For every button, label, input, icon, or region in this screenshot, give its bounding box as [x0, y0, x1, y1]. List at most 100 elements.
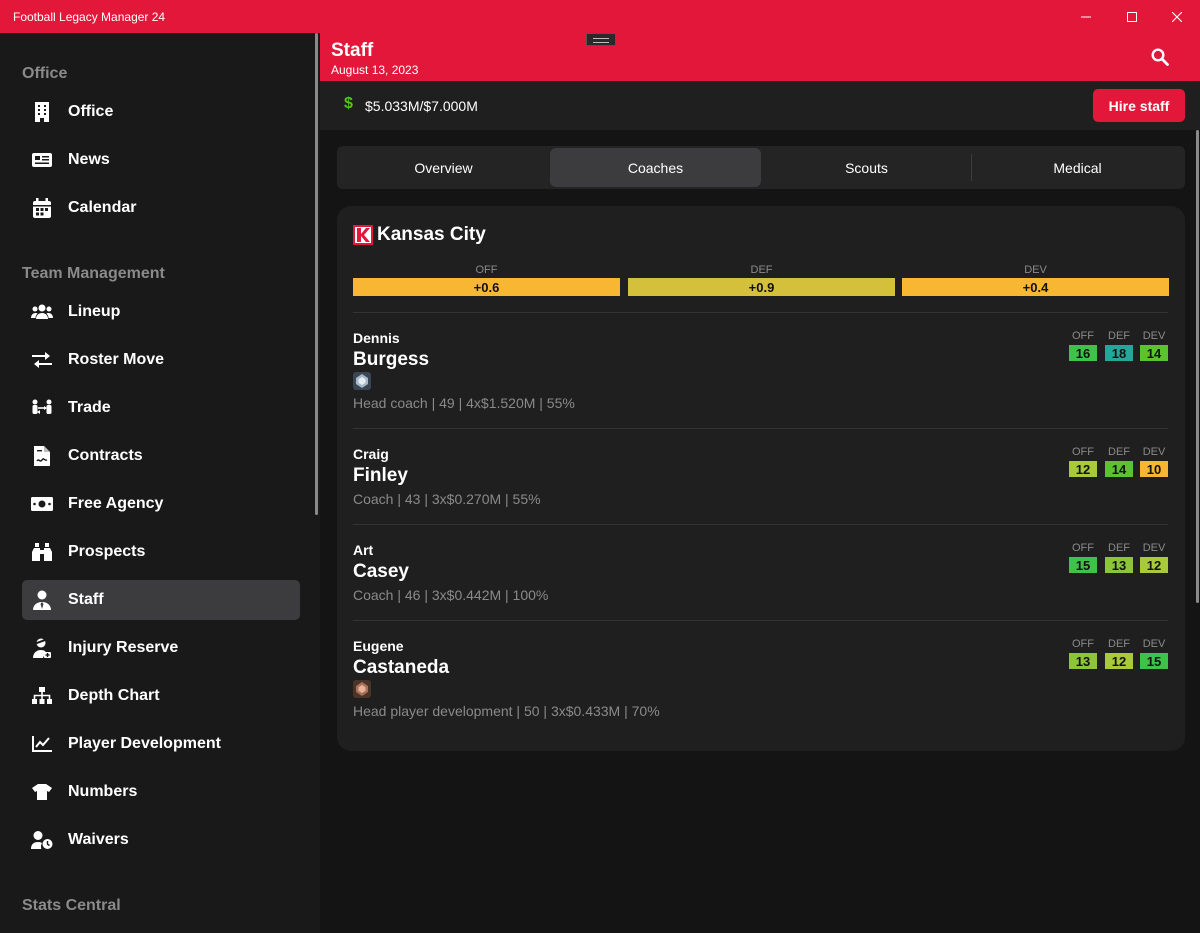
- stat-label-dev: DEV: [1142, 330, 1166, 342]
- app-title: Football Legacy Manager 24: [13, 10, 166, 24]
- hire-staff-button[interactable]: Hire staff: [1093, 89, 1185, 122]
- stat-off: 12: [1069, 461, 1097, 477]
- sidebar-item-label: Office: [68, 103, 114, 120]
- sidebar-item-label: News: [68, 151, 110, 168]
- sidebar-item-roster-move[interactable]: Roster Move: [22, 340, 300, 380]
- stat-def: 13: [1105, 557, 1133, 573]
- coach-meta: Coach | 43 | 3x$0.270M | 55%: [353, 491, 541, 507]
- rating-bar-dev: +0.4: [902, 278, 1169, 296]
- sidebar-item-news[interactable]: News: [22, 140, 300, 180]
- sidebar-item-label: Staff: [68, 591, 104, 608]
- stat-label-dev: DEV: [1142, 542, 1166, 554]
- sidebar-item-office[interactable]: Office: [22, 92, 300, 132]
- divider: [353, 312, 1168, 313]
- sidebar-item-label: Waivers: [68, 831, 129, 848]
- tab-overview[interactable]: Overview: [338, 148, 549, 187]
- silver-badge-icon: [353, 372, 371, 395]
- sidebar-item-prospects[interactable]: Prospects: [22, 532, 300, 572]
- minimize-icon: [1081, 16, 1091, 17]
- tab-scouts[interactable]: Scouts: [761, 148, 972, 187]
- sidebar-item-label: Calendar: [68, 199, 137, 216]
- sidebar: Office Office News Calendar Team Managem…: [0, 33, 320, 933]
- coach-last-name[interactable]: Castaneda: [353, 657, 449, 679]
- coach-last-name[interactable]: Finley: [353, 465, 408, 487]
- stat-label-def: DEF: [1108, 330, 1130, 342]
- stat-label-off: OFF: [1072, 446, 1094, 458]
- coach-first-name[interactable]: Craig: [353, 446, 389, 462]
- coach-meta: Coach | 46 | 3x$0.442M | 100%: [353, 587, 549, 603]
- stat-label-def: DEF: [1108, 638, 1130, 650]
- sidebar-item-label: Trade: [68, 399, 111, 416]
- binoculars-icon: [31, 541, 53, 563]
- stat-label-off: OFF: [1072, 542, 1094, 554]
- sidebar-item-label: Roster Move: [68, 351, 165, 368]
- stat-dev: 12: [1140, 557, 1168, 573]
- contract-icon: [31, 445, 53, 467]
- rating-label-dev: DEV: [1024, 264, 1047, 276]
- sidebar-scrollbar[interactable]: [315, 33, 318, 515]
- minimize-button[interactable]: [1063, 0, 1109, 33]
- search-icon[interactable]: [1151, 48, 1169, 71]
- coach-first-name[interactable]: Eugene: [353, 638, 404, 654]
- close-button[interactable]: [1154, 0, 1200, 33]
- stat-label-def: DEF: [1108, 542, 1130, 554]
- close-icon: [1172, 11, 1182, 22]
- stat-off: 16: [1069, 345, 1097, 361]
- main-scrollbar[interactable]: [1196, 130, 1199, 603]
- section-stats-central: Stats Central: [22, 897, 121, 914]
- coach-last-name[interactable]: Burgess: [353, 349, 429, 371]
- drag-handle[interactable]: [586, 33, 616, 46]
- stat-label-dev: DEV: [1142, 446, 1166, 458]
- sidebar-item-label: Contracts: [68, 447, 143, 464]
- user-clock-icon: [31, 829, 53, 851]
- section-office: Office: [22, 65, 68, 82]
- coach-last-name[interactable]: Casey: [353, 561, 409, 583]
- page-date: August 13, 2023: [331, 63, 419, 77]
- rating-bar-def: +0.9: [628, 278, 895, 296]
- budget-value: $5.033M/$7.000M: [365, 98, 478, 114]
- tab-bar: Overview Coaches Scouts Medical: [337, 146, 1185, 189]
- bronze-badge-icon: [353, 680, 371, 703]
- sidebar-item-lineup[interactable]: Lineup: [22, 292, 300, 332]
- coach-first-name[interactable]: Dennis: [353, 330, 400, 346]
- dollar-icon: $: [344, 95, 353, 112]
- sidebar-item-waivers[interactable]: Waivers: [22, 820, 300, 860]
- sidebar-item-contracts[interactable]: Contracts: [22, 436, 300, 476]
- sidebar-item-staff[interactable]: Staff: [22, 580, 300, 620]
- coach-meta: Head player development | 50 | 3x$0.433M…: [353, 703, 660, 719]
- sidebar-item-injury-reserve[interactable]: Injury Reserve: [22, 628, 300, 668]
- title-bar: Football Legacy Manager 24: [0, 0, 1200, 33]
- sidebar-item-label: Lineup: [68, 303, 121, 320]
- section-team-management: Team Management: [22, 265, 165, 282]
- chart-line-icon: [31, 733, 53, 755]
- sidebar-item-label: Prospects: [68, 543, 146, 560]
- stat-def: 14: [1105, 461, 1133, 477]
- stat-dev: 14: [1140, 345, 1168, 361]
- arrows-exchange-icon: [31, 349, 53, 371]
- budget-bar: $ $5.033M/$7.000M Hire staff: [320, 81, 1200, 130]
- divider: [353, 428, 1168, 429]
- maximize-icon: [1127, 11, 1137, 22]
- sidebar-item-calendar[interactable]: Calendar: [22, 188, 300, 228]
- sidebar-item-numbers[interactable]: Numbers: [22, 772, 300, 812]
- tab-coaches[interactable]: Coaches: [550, 148, 761, 187]
- sidebar-item-free-agency[interactable]: Free Agency: [22, 484, 300, 524]
- stat-dev: 10: [1140, 461, 1168, 477]
- coach-first-name[interactable]: Art: [353, 542, 373, 558]
- sidebar-item-player-development[interactable]: Player Development: [22, 724, 300, 764]
- coaches-card: Kansas City OFF DEF DEV +0.6 +0.9 +0.4 D…: [337, 206, 1185, 751]
- stat-dev: 15: [1140, 653, 1168, 669]
- sidebar-item-trade[interactable]: Trade: [22, 388, 300, 428]
- tab-medical[interactable]: Medical: [972, 148, 1183, 187]
- stat-label-off: OFF: [1072, 638, 1094, 650]
- staff-icon: [31, 589, 53, 611]
- money-bill-icon: [31, 493, 53, 515]
- sidebar-item-label: Depth Chart: [68, 687, 160, 704]
- maximize-button[interactable]: [1109, 0, 1155, 33]
- sidebar-item-depth-chart[interactable]: Depth Chart: [22, 676, 300, 716]
- rating-bar-off: +0.6: [353, 278, 620, 296]
- team-logo: [353, 225, 373, 250]
- shirt-icon: [31, 781, 53, 803]
- stat-label-off: OFF: [1072, 330, 1094, 342]
- page-header: Staff August 13, 2023: [320, 33, 1200, 81]
